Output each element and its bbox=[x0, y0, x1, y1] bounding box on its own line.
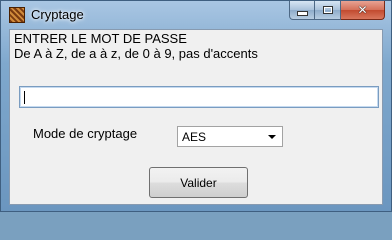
app-icon bbox=[9, 7, 25, 23]
window-title: Cryptage bbox=[31, 7, 84, 22]
validate-button[interactable]: Valider bbox=[149, 167, 248, 198]
dialog-content: ENTRER LE MOT DE PASSE De A à Z, de a à … bbox=[9, 29, 383, 205]
maximize-icon bbox=[322, 6, 333, 14]
close-button[interactable]: ✕ bbox=[341, 1, 385, 20]
dialog-window: Cryptage ✕ ENTRER LE MOT DE PASSE De A à… bbox=[0, 0, 392, 212]
maximize-button[interactable] bbox=[315, 1, 341, 20]
password-prompt-hint: De A à Z, de a à z, de 0 à 9, pas d'acce… bbox=[14, 46, 258, 61]
password-input[interactable] bbox=[19, 86, 379, 108]
password-prompt-title: ENTRER LE MOT DE PASSE bbox=[14, 31, 187, 46]
encryption-mode-label: Mode de cryptage bbox=[33, 126, 138, 141]
text-caret bbox=[24, 91, 25, 104]
encryption-mode-value: AES bbox=[182, 130, 207, 144]
encryption-mode-select[interactable]: AES bbox=[177, 126, 283, 147]
chevron-down-icon bbox=[268, 135, 276, 139]
title-bar[interactable]: Cryptage ✕ bbox=[1, 1, 391, 29]
close-icon: ✕ bbox=[357, 3, 368, 17]
caption-buttons: ✕ bbox=[289, 1, 385, 21]
minimize-icon bbox=[296, 10, 308, 16]
minimize-button[interactable] bbox=[289, 1, 315, 20]
